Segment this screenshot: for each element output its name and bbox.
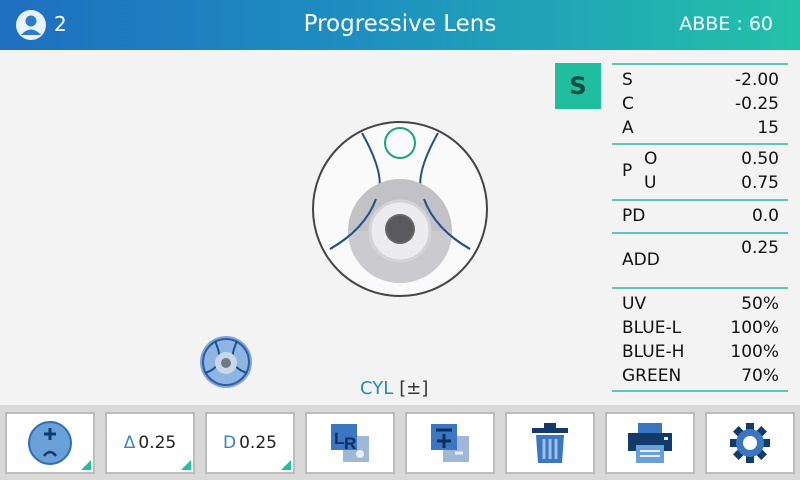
cyl-sign: [±]	[399, 378, 429, 399]
cyl-mode-label[interactable]: CYL [±]	[360, 378, 428, 399]
axis-value: 15	[757, 118, 779, 138]
prism-label-row: P	[622, 161, 642, 181]
gear-icon	[730, 423, 770, 463]
pd-label: PD	[622, 206, 646, 226]
uv-row: UV 50%	[622, 294, 779, 314]
lr-icon: L R	[331, 424, 369, 462]
axis-label: A	[622, 118, 634, 138]
settings-button[interactable]	[705, 412, 795, 474]
uv-label: UV	[622, 294, 647, 314]
svg-text:L: L	[334, 429, 344, 448]
title-bar: 2 Progressive Lens ABBE : 60	[0, 0, 800, 50]
prism-symbol: Δ	[123, 433, 136, 453]
green-label: GREEN	[622, 366, 682, 386]
mode-badge[interactable]: S	[555, 63, 601, 109]
prism-label: P	[622, 161, 633, 181]
prism-up-value: 0.75	[741, 173, 779, 193]
abbe-value[interactable]: ABBE : 60	[679, 13, 773, 35]
prism-out-value: 0.50	[741, 149, 779, 169]
lens-add-icon	[28, 421, 72, 465]
pd-row: PD 0.0	[622, 206, 779, 226]
sphere-row: S -2.00	[622, 70, 779, 90]
prism-step-value: 0.25	[138, 433, 177, 453]
pd-value: 0.0	[751, 206, 779, 226]
lens-mini-icon[interactable]	[199, 335, 253, 389]
blue-h-value: 100%	[730, 342, 779, 362]
diopter-step-value: 0.25	[239, 433, 277, 453]
panel-divider	[612, 143, 788, 145]
prism-up-row: U 0.75	[644, 173, 779, 193]
cylinder-value: -0.25	[735, 94, 779, 114]
sphere-value: -2.00	[735, 70, 779, 90]
prism-out-row: O 0.50	[644, 149, 779, 169]
blue-l-row: BLUE-L 100%	[622, 318, 779, 338]
panel-divider	[612, 63, 788, 65]
add-label: ADD	[622, 250, 660, 270]
lens-add-button[interactable]	[5, 412, 95, 474]
left-right-button[interactable]: L R	[305, 412, 395, 474]
blue-h-row: BLUE-H 100%	[622, 342, 779, 362]
green-row: GREEN 70%	[622, 366, 779, 386]
progressive-lens-diagram	[312, 121, 488, 297]
panel-divider	[612, 199, 788, 201]
cylinder-row: C -0.25	[622, 94, 779, 114]
transpose-icon	[431, 424, 469, 462]
diopter-symbol: D	[223, 433, 237, 453]
sphere-label: S	[622, 70, 633, 90]
axis-row: A 15	[622, 118, 779, 138]
blue-l-label: BLUE-L	[622, 318, 682, 338]
blue-l-value: 100%	[730, 318, 779, 338]
prism-step-button[interactable]: Δ 0.25	[105, 412, 195, 474]
panel-divider	[612, 287, 788, 289]
add-label-row: ADD	[622, 250, 779, 270]
cylinder-label: C	[622, 94, 634, 114]
blue-h-label: BLUE-H	[622, 342, 685, 362]
transpose-button[interactable]	[405, 412, 495, 474]
panel-divider	[612, 390, 788, 392]
delete-button[interactable]	[505, 412, 595, 474]
printer-icon	[628, 423, 672, 463]
uv-value: 50%	[741, 294, 779, 314]
prism-out-label: O	[644, 149, 658, 169]
svg-text:R: R	[344, 434, 356, 453]
cyl-label: CYL	[360, 378, 394, 399]
green-value: 70%	[741, 366, 779, 386]
prism-up-label: U	[644, 173, 657, 193]
diopter-step-button[interactable]: D 0.25	[205, 412, 295, 474]
panel-divider	[612, 232, 788, 234]
print-button[interactable]	[605, 412, 695, 474]
trash-icon	[532, 423, 568, 463]
